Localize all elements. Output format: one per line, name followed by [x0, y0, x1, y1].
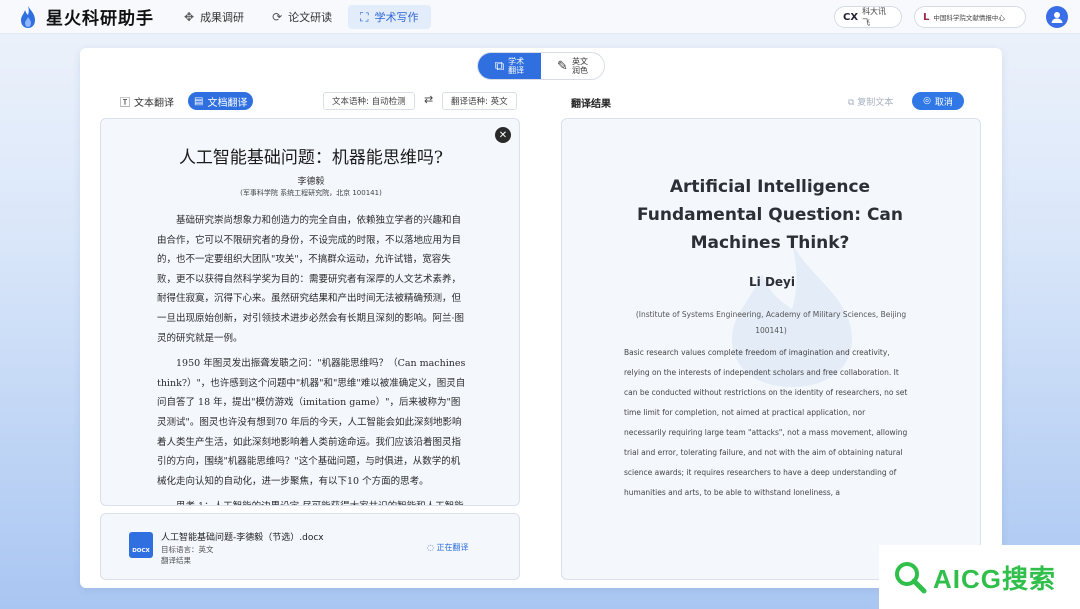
nav-label: 学术写作	[374, 11, 419, 24]
result-author: Li Deyi	[749, 275, 795, 289]
mode-label-line1: 英文	[571, 57, 588, 66]
copy-text-button[interactable]: ⧉ 复制文本	[848, 95, 893, 108]
nav-label: 论文研读	[288, 11, 333, 24]
file-item[interactable]: DOCX 人工智能基础问题-李德毅（节选）.docx 目标语言：英文 翻译结果 …	[100, 513, 520, 580]
nav-research-survey[interactable]: ✥ 成果调研	[172, 5, 256, 29]
english-polish-button[interactable]: ✎ 英文 润色	[541, 53, 604, 79]
loading-icon: ◌	[427, 543, 437, 552]
academic-translate-button[interactable]: ⧉ 学术 翻译	[478, 53, 541, 79]
partner-iflytek[interactable]: CX 科大讯飞	[834, 6, 902, 28]
docx-file-icon: DOCX	[129, 532, 153, 558]
result-affiliation: (Institute of Systems Engineering, Acade…	[635, 310, 907, 335]
cancel-button[interactable]: ◎ 取消	[912, 92, 964, 110]
tab-label: 文档翻译	[207, 97, 248, 109]
iflytek-logo-icon: CX	[843, 11, 859, 23]
tab-doc-translate[interactable]: ▤ 文档翻译	[188, 92, 254, 110]
copy-icon: ⧉	[848, 98, 858, 108]
swap-language-icon[interactable]: ⇄	[424, 93, 433, 106]
nav-academic-writing[interactable]: ⛶ 学术写作	[348, 5, 431, 29]
result-body: Basic research values complete freedom o…	[624, 348, 908, 497]
partner-cas-library[interactable]: L 中国科学院文献情报中心	[914, 6, 1026, 28]
file-result-label: 翻译结果	[161, 556, 191, 565]
result-title-text: Artificial Intelligence Fundamental Ques…	[636, 177, 903, 253]
source-paragraph: 1950 年图灵发出振聋发聩之问："机器能思维吗？（Can machines t…	[157, 358, 466, 487]
mode-label: 学术 翻译	[508, 57, 524, 75]
result-panel[interactable]: Artificial Intelligence Fundamental Ques…	[561, 118, 981, 580]
magnifier-icon	[895, 562, 927, 594]
watermark-text: AICG搜索	[933, 563, 1057, 594]
brand[interactable]: 星火科研助手	[18, 4, 154, 29]
target-language-select[interactable]: 翻译语种: 英文	[442, 92, 517, 110]
flame-logo-icon	[21, 5, 35, 28]
app-name: 星火科研助手	[46, 9, 154, 29]
polish-icon: ✎	[557, 58, 568, 74]
translating-status: ◌ 正在翻译	[427, 542, 469, 553]
mode-switch: ⧉ 学术 翻译 ✎ 英文 润色	[477, 52, 605, 80]
copy-label: 复制文本	[857, 98, 894, 108]
translate-icon: ⧉	[494, 58, 505, 74]
mode-label-line2: 翻译	[508, 66, 525, 75]
aicg-watermark: AICG搜索	[879, 545, 1080, 609]
stop-icon: ◎	[923, 96, 931, 106]
partner-label: 科大讯飞	[862, 7, 887, 27]
result-title: 翻译结果	[571, 99, 611, 110]
translate-type-tabs: 🅃 文本翻译 ▤ 文档翻译	[114, 92, 261, 110]
source-language-select[interactable]: 文本语种: 自动检测	[323, 92, 415, 110]
file-name: 人工智能基础问题-李德毅（节选）.docx	[161, 533, 324, 543]
expand-icon: ⛶	[360, 9, 369, 24]
mode-label-line2: 润色	[571, 66, 588, 75]
file-target-language: 目标语言：英文	[161, 545, 214, 554]
translation-card: ⧉ 学术 翻译 ✎ 英文 润色 🅃 文本翻译 ▤ 文档翻译 文本语种: 自动检测…	[80, 48, 1002, 588]
user-icon	[1051, 12, 1063, 23]
source-paragraph: 基础研究崇尚想象力和创造力的完全自由，依赖独立学者的兴趣和自由合作，它可以不限研…	[157, 215, 465, 344]
source-document-panel[interactable]: ✕ 人工智能基础问题：机器能思维吗? 李德毅 (军事科学院 系统工程研究院，北京…	[100, 118, 520, 506]
document-icon: ▤	[194, 95, 204, 107]
cancel-label: 取消	[934, 97, 953, 108]
source-body: 基础研究崇尚想象力和创造力的完全自由，依赖独立学者的兴趣和自由合作，它可以不限研…	[157, 211, 467, 505]
cas-logo-icon: L	[923, 11, 930, 23]
status-label: 正在翻译	[436, 543, 469, 552]
source-affiliation: (军事科学院 系统工程研究院，北京 100141)	[240, 189, 382, 197]
close-icon[interactable]: ✕	[495, 127, 511, 143]
reload-icon: ⟳	[272, 10, 283, 24]
tab-label: 文本翻译	[134, 97, 174, 109]
mode-label-line1: 学术	[508, 57, 525, 66]
source-author: 李德毅	[297, 177, 325, 187]
nav-paper-reading[interactable]: ⟳ 论文研读	[260, 5, 344, 29]
main-nav: ✥ 成果调研 ⟳ 论文研读 ⛶ 学术写作	[172, 5, 435, 29]
source-paragraph: 思考 1：人工智能的边界设定 尽可能获得大家共识的智能和人工智能的"定义"是什么…	[157, 497, 467, 505]
user-avatar-icon[interactable]	[1046, 6, 1068, 28]
top-bar: 星火科研助手 ✥ 成果调研 ⟳ 论文研读 ⛶ 学术写作 CX 科大讯飞 L 中国…	[0, 0, 1080, 34]
tab-text-translate[interactable]: 🅃 文本翻译	[114, 92, 180, 110]
source-title: 人工智能基础问题：机器能思维吗?	[178, 148, 444, 168]
mode-label: 英文 润色	[572, 57, 588, 75]
partner-label: 中国科学院文献情报中心	[933, 14, 1005, 22]
move-icon: ✥	[184, 10, 195, 24]
nav-label: 成果调研	[200, 11, 245, 24]
text-icon: 🅃	[120, 97, 130, 109]
